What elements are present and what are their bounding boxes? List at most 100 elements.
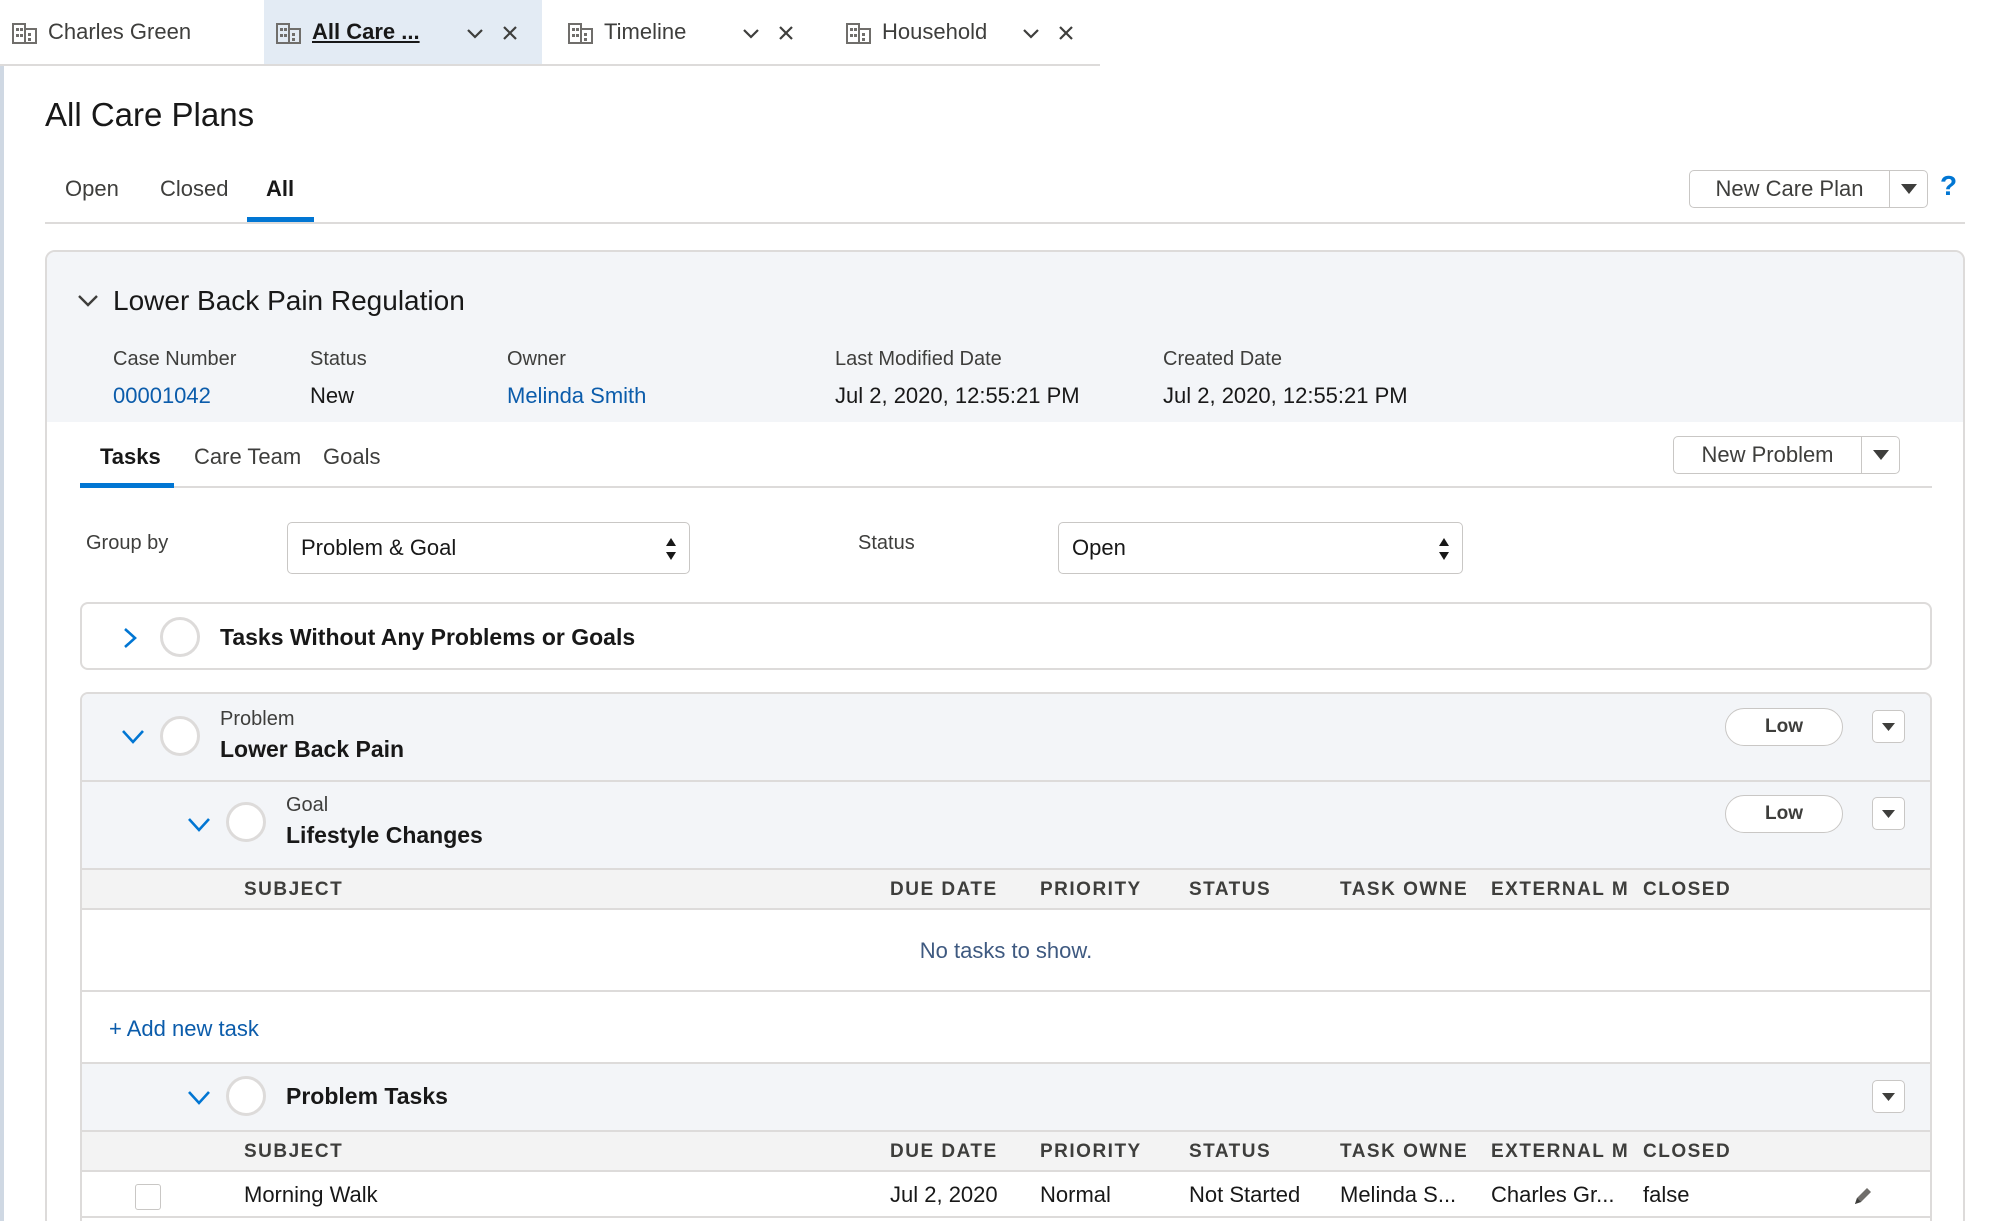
goal-tasks-table-header: SUBJECT DUE DATE PRIORITY STATUS TASK OW… (82, 868, 1930, 910)
field-label: Created Date (1163, 348, 1282, 370)
field-value: Jul 2, 2020, 12:55:21 PM (835, 383, 1080, 408)
problem-tasks-title: Problem Tasks (286, 1083, 448, 1109)
column-header-task-owner[interactable]: TASK OWNER (1340, 879, 1468, 901)
active-tab-indicator (247, 217, 314, 222)
chevron-right-icon[interactable] (122, 626, 138, 650)
close-icon[interactable] (1056, 23, 1076, 43)
dropdown-triangle-icon (1882, 723, 1895, 731)
pencil-icon[interactable] (1851, 1184, 1875, 1208)
new-care-plan-menu-button[interactable] (1890, 170, 1928, 208)
workspace-tab-charles-green[interactable]: Charles Green (0, 0, 264, 64)
chevron-down-icon[interactable] (740, 22, 762, 44)
dropdown-triangle-icon (1882, 810, 1895, 818)
care-plan-detail-tabs: Tasks Care Team Goals (80, 432, 1932, 488)
column-header-priority[interactable]: PRIORITY (1040, 1141, 1152, 1163)
column-header-external-member[interactable]: EXTERNAL M (1491, 1141, 1629, 1163)
field-status: Status New (310, 348, 367, 409)
case-number-link[interactable]: 00001042 (113, 383, 236, 409)
building-icon (12, 20, 38, 44)
field-case-number: Case Number 00001042 (113, 348, 236, 409)
group-by-select[interactable]: Problem & Goal (287, 522, 690, 574)
column-header-status[interactable]: STATUS (1189, 1141, 1301, 1163)
column-header-due-date[interactable]: DUE DATE (890, 1141, 1002, 1163)
workspace-tab-all-care-plans[interactable]: All Care ... (264, 0, 542, 64)
column-header-priority[interactable]: PRIORITY (1040, 879, 1152, 901)
problem-tasks-table-header: SUBJECT DUE DATE PRIORITY STATUS TASK OW… (82, 1130, 1930, 1172)
left-border (0, 66, 4, 1221)
column-header-subject[interactable]: SUBJECT (244, 1141, 544, 1163)
task-closed: false (1643, 1182, 1690, 1207)
owner-link[interactable]: Melinda Smith (507, 383, 646, 409)
status-circle (160, 716, 200, 756)
chevron-down-icon[interactable] (464, 22, 486, 44)
workspace-tab-label: Timeline (604, 19, 687, 44)
building-icon (276, 20, 302, 44)
tab-all[interactable]: All (266, 176, 294, 222)
status-filter-label: Status (858, 532, 915, 554)
row-select-checkbox[interactable] (135, 1184, 161, 1210)
chevron-down-icon[interactable] (75, 290, 101, 312)
close-icon[interactable] (500, 23, 520, 43)
chevron-down-icon[interactable] (120, 727, 146, 747)
task-subject[interactable]: Morning Walk (244, 1182, 844, 1208)
priority-badge: Low (1725, 795, 1843, 833)
column-header-external-member[interactable]: EXTERNAL M (1491, 879, 1629, 901)
problem-group: Problem Lower Back Pain Low Goal Lifesty… (80, 692, 1932, 1221)
add-new-task-link[interactable]: + Add new task (109, 1016, 259, 1042)
problem-row-menu-button[interactable] (1872, 710, 1905, 743)
goal-type-label: Goal (286, 794, 329, 816)
field-created-date: Created Date Jul 2, 2020, 12:55:21 PM (1163, 348, 1408, 409)
chevron-down-icon[interactable] (186, 1088, 212, 1108)
page-title: All Care Plans (45, 96, 255, 133)
task-status: Not Started (1189, 1182, 1301, 1207)
goal-name: Lifestyle Changes (286, 822, 483, 848)
column-header-status[interactable]: STATUS (1189, 879, 1301, 901)
tab-open[interactable]: Open (65, 176, 119, 222)
problem-name: Lower Back Pain (220, 736, 405, 762)
sort-arrows-icon (665, 536, 677, 562)
help-icon[interactable]: ? (1940, 170, 1957, 202)
dropdown-triangle-icon (1900, 184, 1917, 194)
dropdown-triangle-icon (1872, 450, 1889, 460)
workspace-tab-timeline[interactable]: Timeline (542, 0, 820, 64)
tab-care-team[interactable]: Care Team (194, 444, 301, 470)
problem-tasks-menu-button[interactable] (1872, 1080, 1905, 1113)
column-header-due-date[interactable]: DUE DATE (890, 879, 1002, 901)
new-care-plan-button[interactable]: New Care Plan (1689, 170, 1890, 208)
care-plan-filter-tabs: Open Closed All (45, 170, 1965, 224)
status-select-value: Open (1072, 535, 1126, 560)
field-label: Last Modified Date (835, 348, 1002, 370)
workspace-tab-label: Charles Green (48, 19, 192, 44)
column-header-closed[interactable]: CLOSED (1643, 1141, 1755, 1163)
status-circle (226, 1076, 266, 1116)
new-problem-button[interactable]: New Problem (1673, 436, 1862, 474)
tab-goals[interactable]: Goals (323, 444, 380, 470)
problem-type-label: Problem (220, 708, 295, 730)
chevron-down-icon[interactable] (1020, 22, 1042, 44)
field-label: Owner (507, 348, 566, 370)
divider (82, 990, 1930, 992)
chevron-down-icon[interactable] (186, 815, 212, 835)
field-owner: Owner Melinda Smith (507, 348, 646, 409)
status-select[interactable]: Open (1058, 522, 1463, 574)
task-owner: Melinda S... (1340, 1182, 1457, 1207)
column-header-task-owner[interactable]: TASK OWNER (1340, 1141, 1468, 1163)
group-by-label: Group by (86, 532, 169, 554)
task-priority: Normal (1040, 1182, 1111, 1207)
field-last-modified-date: Last Modified Date Jul 2, 2020, 12:55:21… (835, 348, 1080, 409)
workspace-tab-household[interactable]: Household (820, 0, 1100, 64)
goal-row-menu-button[interactable] (1872, 797, 1905, 830)
tab-tasks[interactable]: Tasks (100, 444, 161, 470)
tab-closed[interactable]: Closed (160, 176, 228, 222)
priority-badge: Low (1725, 708, 1843, 746)
group-by-value: Problem & Goal (301, 535, 457, 560)
close-icon[interactable] (776, 23, 796, 43)
care-plan-header: Lower Back Pain Regulation Case Number 0… (47, 252, 1963, 422)
new-care-plan-button-group: New Care Plan (1689, 170, 1928, 208)
new-problem-menu-button[interactable] (1862, 436, 1900, 474)
field-label: Status (310, 348, 367, 370)
active-tab-indicator (80, 483, 174, 488)
column-header-closed[interactable]: CLOSED (1643, 879, 1755, 901)
new-problem-button-group: New Problem (1673, 436, 1900, 474)
column-header-subject[interactable]: SUBJECT (244, 879, 544, 901)
